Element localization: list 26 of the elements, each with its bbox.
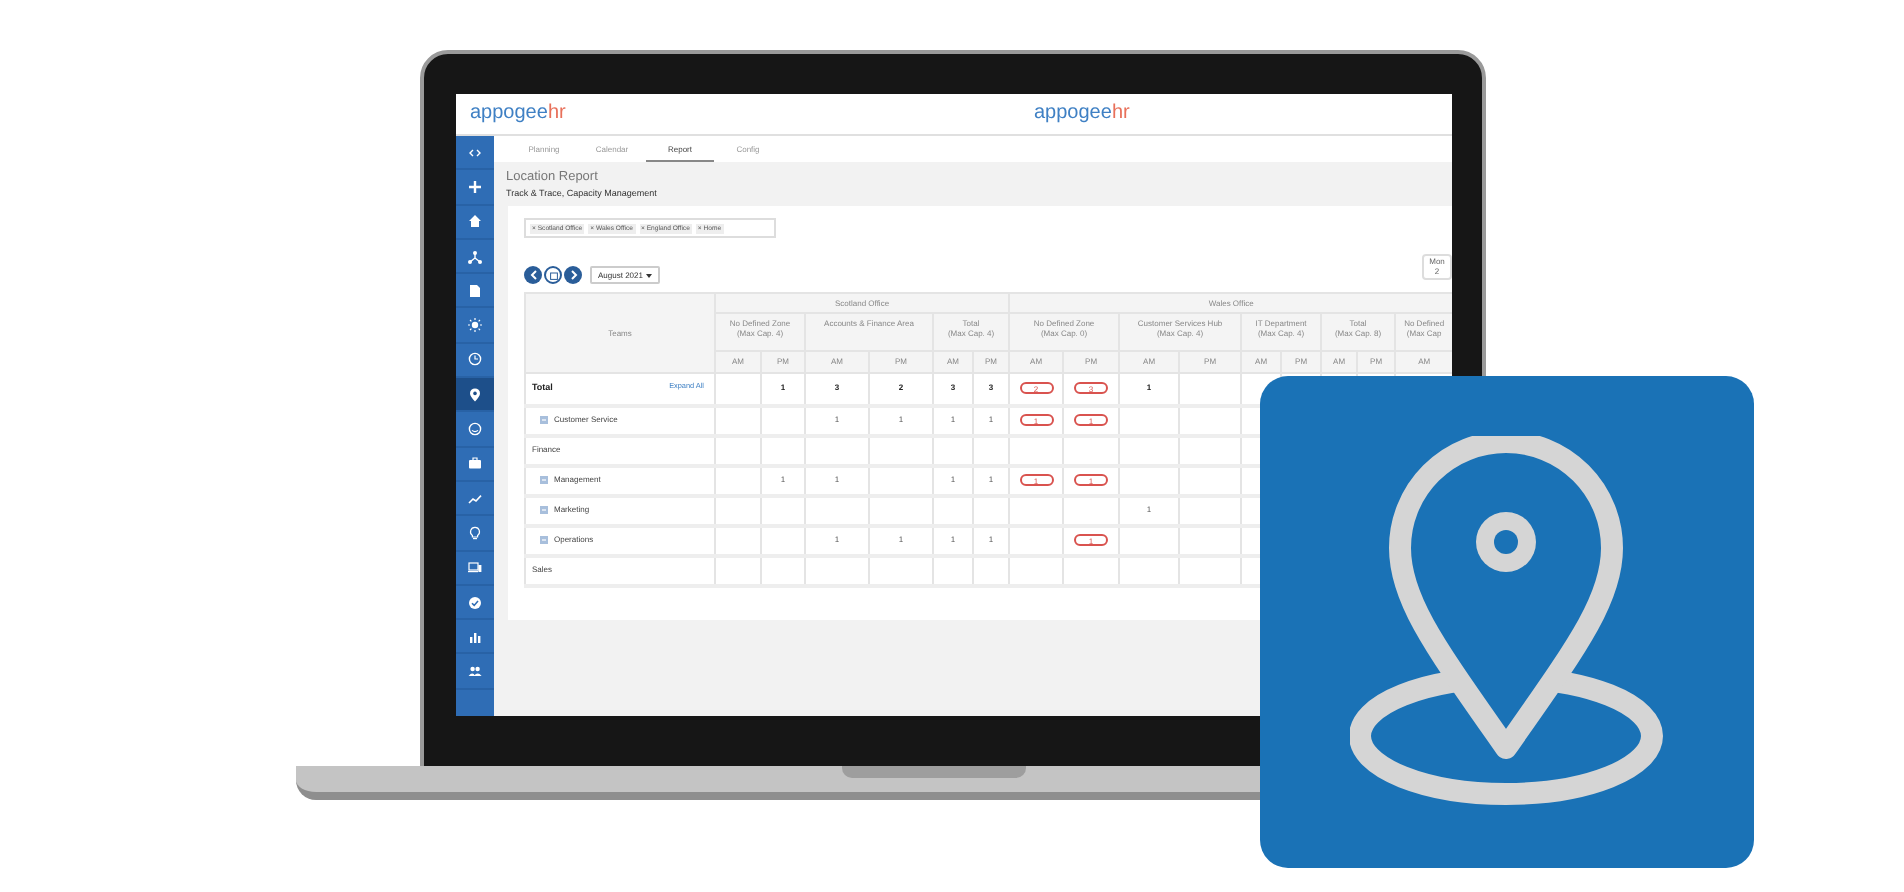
sun-icon bbox=[468, 318, 482, 333]
smiley-icon bbox=[468, 422, 482, 437]
sidebar-item[interactable] bbox=[456, 378, 494, 413]
document-icon bbox=[468, 283, 482, 298]
people-icon bbox=[468, 664, 482, 679]
calendar-icon bbox=[549, 271, 557, 279]
check-circle-icon bbox=[468, 595, 482, 609]
caret-icon bbox=[646, 273, 653, 277]
chevron-left-icon bbox=[529, 270, 537, 280]
trend-line-icon bbox=[468, 491, 482, 506]
logo: appogeehr bbox=[470, 104, 566, 124]
collapse-icon bbox=[468, 145, 482, 160]
lightbulb-icon bbox=[468, 525, 482, 540]
map-pin-icon bbox=[468, 387, 482, 402]
plus-icon bbox=[468, 179, 482, 194]
devices-icon bbox=[468, 560, 482, 575]
hierarchy-icon bbox=[468, 249, 482, 264]
briefcase-icon bbox=[468, 456, 482, 471]
previous-button[interactable] bbox=[524, 266, 542, 284]
clock-icon bbox=[468, 352, 482, 367]
home-icon bbox=[468, 214, 482, 229]
calendar-button[interactable] bbox=[544, 266, 562, 284]
next-button[interactable] bbox=[564, 266, 582, 284]
chevron-right-icon bbox=[569, 270, 577, 280]
logo: appogeehr bbox=[1034, 104, 1130, 124]
bar-chart-icon bbox=[468, 629, 482, 644]
